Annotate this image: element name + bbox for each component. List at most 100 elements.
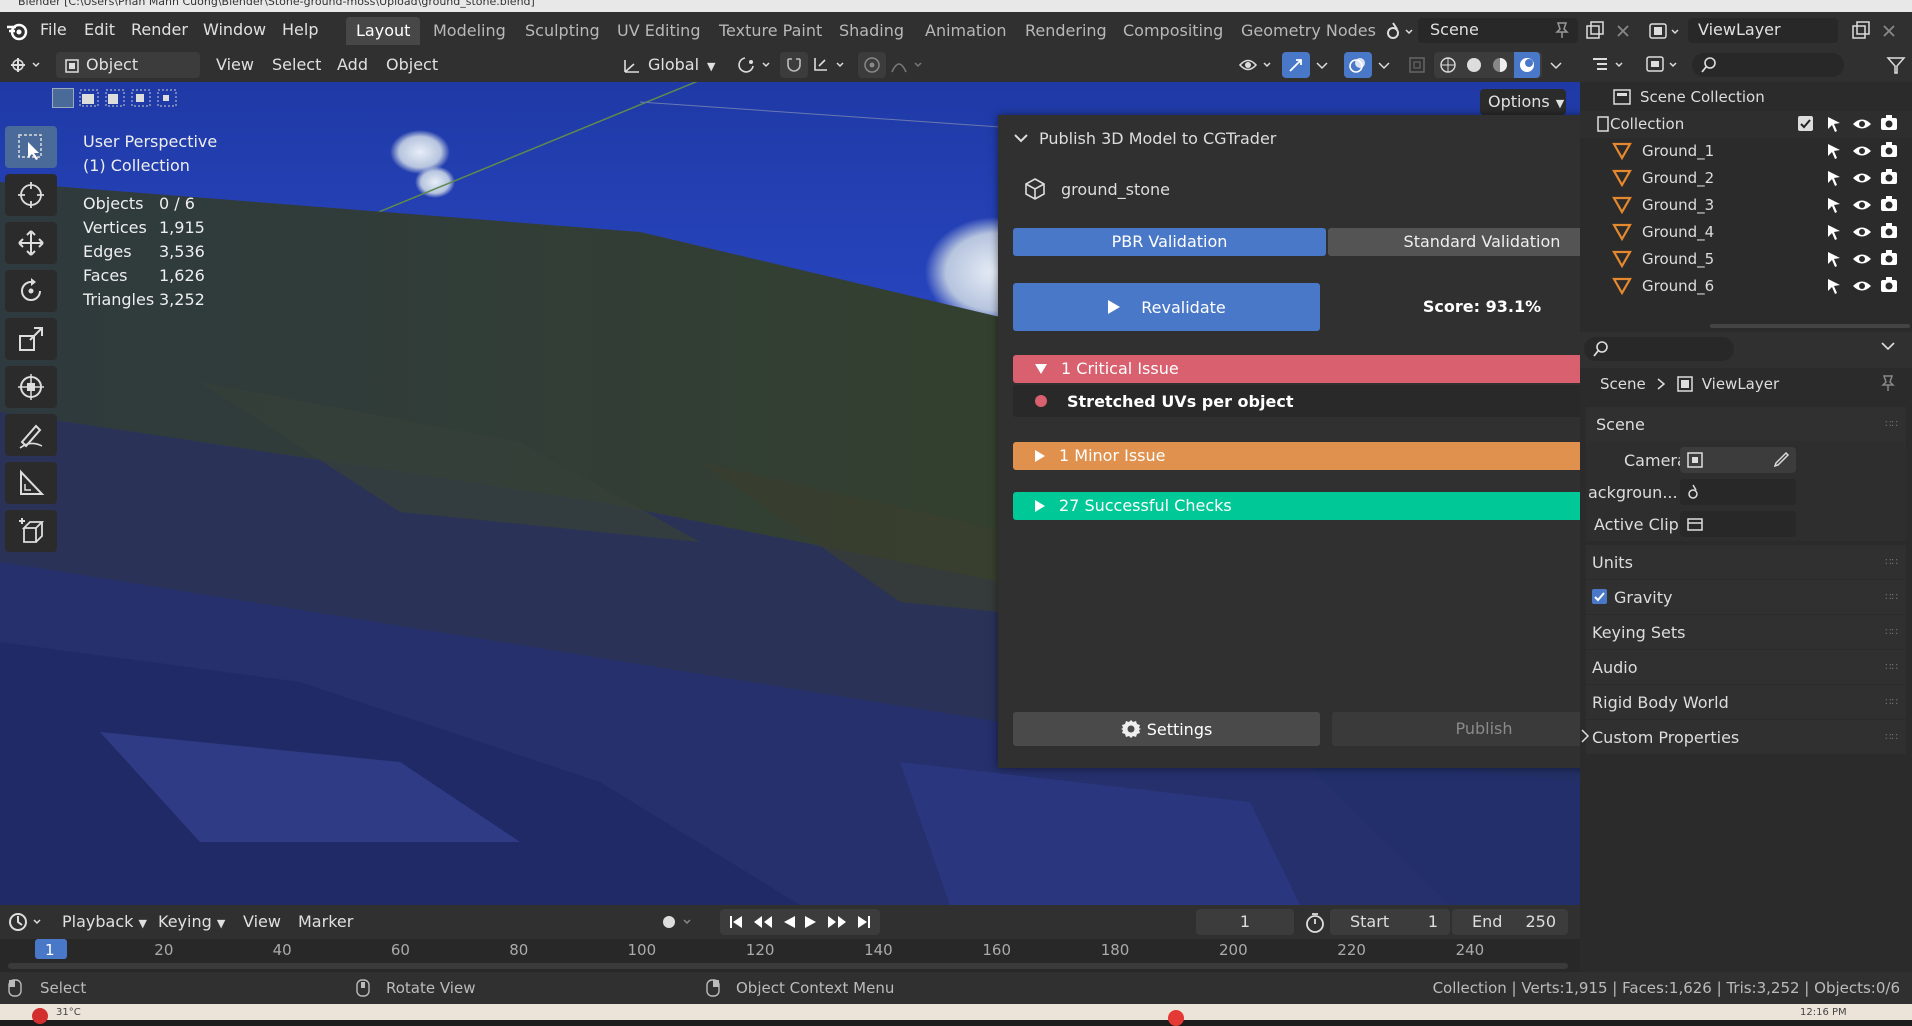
- timeline-scrollbar[interactable]: [8, 963, 1568, 969]
- play-reverse-icon[interactable]: [782, 914, 796, 930]
- tab-rendering[interactable]: Rendering: [1015, 17, 1117, 45]
- timeline-editor-icon[interactable]: [8, 911, 46, 933]
- snap-toggle-icon[interactable]: [780, 52, 808, 78]
- outliner-editor-icon[interactable]: [1590, 54, 1630, 76]
- overlays-dropdown-icon[interactable]: [1372, 52, 1396, 78]
- jump-keyframe-back-icon[interactable]: [752, 914, 774, 930]
- chevron-down-icon[interactable]: [1013, 132, 1029, 144]
- menu-select[interactable]: Select: [272, 52, 321, 78]
- select-box-tool[interactable]: [5, 126, 57, 168]
- viewlayer-field[interactable]: ViewLayer: [1688, 18, 1838, 43]
- timeline-marker-menu[interactable]: Marker: [298, 909, 353, 935]
- panel-keying-sets[interactable]: Keying Sets ∷∷: [1586, 615, 1906, 649]
- eye-icon[interactable]: [1852, 196, 1872, 214]
- snap-target-icon[interactable]: [810, 52, 850, 78]
- drag-handle-icon[interactable]: ∷∷: [1885, 697, 1898, 708]
- outliner-item[interactable]: Ground_3: [1580, 192, 1912, 219]
- outliner-search-input[interactable]: [1692, 53, 1844, 77]
- add-cube-tool[interactable]: [5, 510, 57, 552]
- transform-tool[interactable]: [5, 366, 57, 408]
- outliner-item[interactable]: Ground_2: [1580, 165, 1912, 192]
- keying-dropdown[interactable]: Keying ▼: [158, 909, 225, 935]
- settings-button[interactable]: Settings: [1013, 712, 1320, 746]
- breadcrumb-scene[interactable]: Scene: [1600, 375, 1646, 393]
- play-icon[interactable]: [804, 914, 818, 930]
- gizmo-toggle-icon[interactable]: [1282, 52, 1310, 78]
- selectable-arrow-icon[interactable]: [1826, 169, 1842, 187]
- xray-toggle-icon[interactable]: [1404, 52, 1430, 78]
- falloff-icon[interactable]: [888, 52, 928, 78]
- menu-view[interactable]: View: [216, 52, 254, 78]
- intersect-selection-icon[interactable]: [156, 88, 178, 108]
- tab-texture-paint[interactable]: Texture Paint: [709, 17, 832, 45]
- rotate-tool[interactable]: [5, 270, 57, 312]
- overlays-toggle-icon[interactable]: [1344, 52, 1372, 78]
- new-scene-icon[interactable]: [1584, 20, 1606, 42]
- outliner-item[interactable]: Ground_1: [1580, 138, 1912, 165]
- blender-logo-icon[interactable]: [6, 20, 28, 42]
- outliner-item[interactable]: Ground_5: [1580, 246, 1912, 273]
- cursor-tool[interactable]: [5, 174, 57, 216]
- panel-audio[interactable]: Audio ∷∷: [1586, 650, 1906, 684]
- successful-checks-header[interactable]: 27 Successful Checks: [1013, 492, 1636, 520]
- tab-geometry-nodes[interactable]: Geometry Nodes: [1231, 17, 1386, 45]
- camera-render-icon[interactable]: [1880, 168, 1898, 186]
- scene-selector-icon[interactable]: [1384, 19, 1416, 43]
- eye-icon[interactable]: [1852, 223, 1872, 241]
- selectable-arrow-icon[interactable]: [1826, 223, 1842, 241]
- breadcrumb-viewlayer[interactable]: ViewLayer: [1702, 375, 1779, 393]
- notification-badge-icon[interactable]: [32, 1008, 48, 1024]
- tab-sculpting[interactable]: Sculpting: [515, 17, 610, 45]
- critical-issues-header[interactable]: 1 Critical Issue: [1013, 355, 1636, 383]
- selectable-arrow-icon[interactable]: [1826, 196, 1842, 214]
- delete-scene-icon[interactable]: [1612, 20, 1634, 42]
- end-frame-field[interactable]: End 250: [1452, 909, 1568, 935]
- camera-render-icon[interactable]: [1880, 141, 1898, 159]
- selectable-arrow-icon[interactable]: [1826, 250, 1842, 268]
- panel-rigid-body-world[interactable]: Rigid Body World ∷∷: [1586, 685, 1906, 719]
- menu-window[interactable]: Window: [203, 12, 266, 48]
- eye-icon[interactable]: [1852, 250, 1872, 268]
- eye-icon[interactable]: [1852, 277, 1872, 295]
- panel-gravity[interactable]: Gravity ∷∷: [1586, 580, 1906, 614]
- invert-selection-icon[interactable]: [130, 88, 152, 108]
- solid-shading-icon[interactable]: [1464, 55, 1484, 75]
- menu-render[interactable]: Render: [131, 12, 188, 48]
- background-field[interactable]: [1680, 479, 1796, 505]
- subtract-selection-icon[interactable]: [104, 88, 126, 108]
- move-tool[interactable]: [5, 222, 57, 264]
- panel-scene[interactable]: Scene ∷∷: [1586, 407, 1906, 441]
- panel-custom-properties[interactable]: Custom Properties ∷∷: [1581, 720, 1906, 754]
- menu-help[interactable]: Help: [282, 12, 318, 48]
- scene-field[interactable]: Scene: [1418, 18, 1578, 43]
- current-frame-field[interactable]: 1: [1196, 909, 1294, 935]
- rendered-shading-icon[interactable]: [1514, 52, 1540, 78]
- panel-units[interactable]: Units ∷∷: [1586, 545, 1906, 579]
- drag-handle-icon[interactable]: ∷∷: [1885, 627, 1898, 638]
- record-icon[interactable]: [660, 913, 696, 931]
- drag-handle-icon[interactable]: ∷∷: [1885, 557, 1898, 568]
- camera-render-icon[interactable]: [1880, 276, 1898, 294]
- pivot-point-icon[interactable]: [736, 52, 776, 78]
- taskbar-app-icon[interactable]: [1168, 1010, 1184, 1026]
- eye-icon[interactable]: [1852, 142, 1872, 160]
- revalidate-button[interactable]: Revalidate: [1013, 283, 1320, 331]
- eye-icon[interactable]: [1852, 115, 1872, 133]
- outliner-row-scene-collection[interactable]: Scene Collection: [1580, 84, 1912, 111]
- annotate-tool[interactable]: [5, 414, 57, 456]
- chevron-down-icon[interactable]: [1880, 340, 1896, 352]
- start-frame-field[interactable]: Start 1: [1330, 909, 1450, 935]
- menu-file[interactable]: File: [40, 12, 67, 48]
- options-dropdown[interactable]: Options ▼: [1480, 89, 1566, 115]
- selectable-arrow-icon[interactable]: [1826, 115, 1842, 133]
- tab-shading[interactable]: Shading: [829, 17, 914, 45]
- wireframe-shading-icon[interactable]: [1438, 55, 1458, 75]
- critical-issue-item[interactable]: Stretched UVs per object: [1013, 385, 1636, 417]
- outliner-item[interactable]: Ground_4: [1580, 219, 1912, 246]
- material-shading-icon[interactable]: [1490, 55, 1510, 75]
- playback-dropdown[interactable]: Playback ▼: [62, 909, 147, 935]
- tab-uv-editing[interactable]: UV Editing: [607, 17, 710, 45]
- properties-search-input[interactable]: [1584, 337, 1734, 361]
- menu-add[interactable]: Add: [337, 52, 368, 78]
- new-viewlayer-icon[interactable]: [1850, 20, 1872, 42]
